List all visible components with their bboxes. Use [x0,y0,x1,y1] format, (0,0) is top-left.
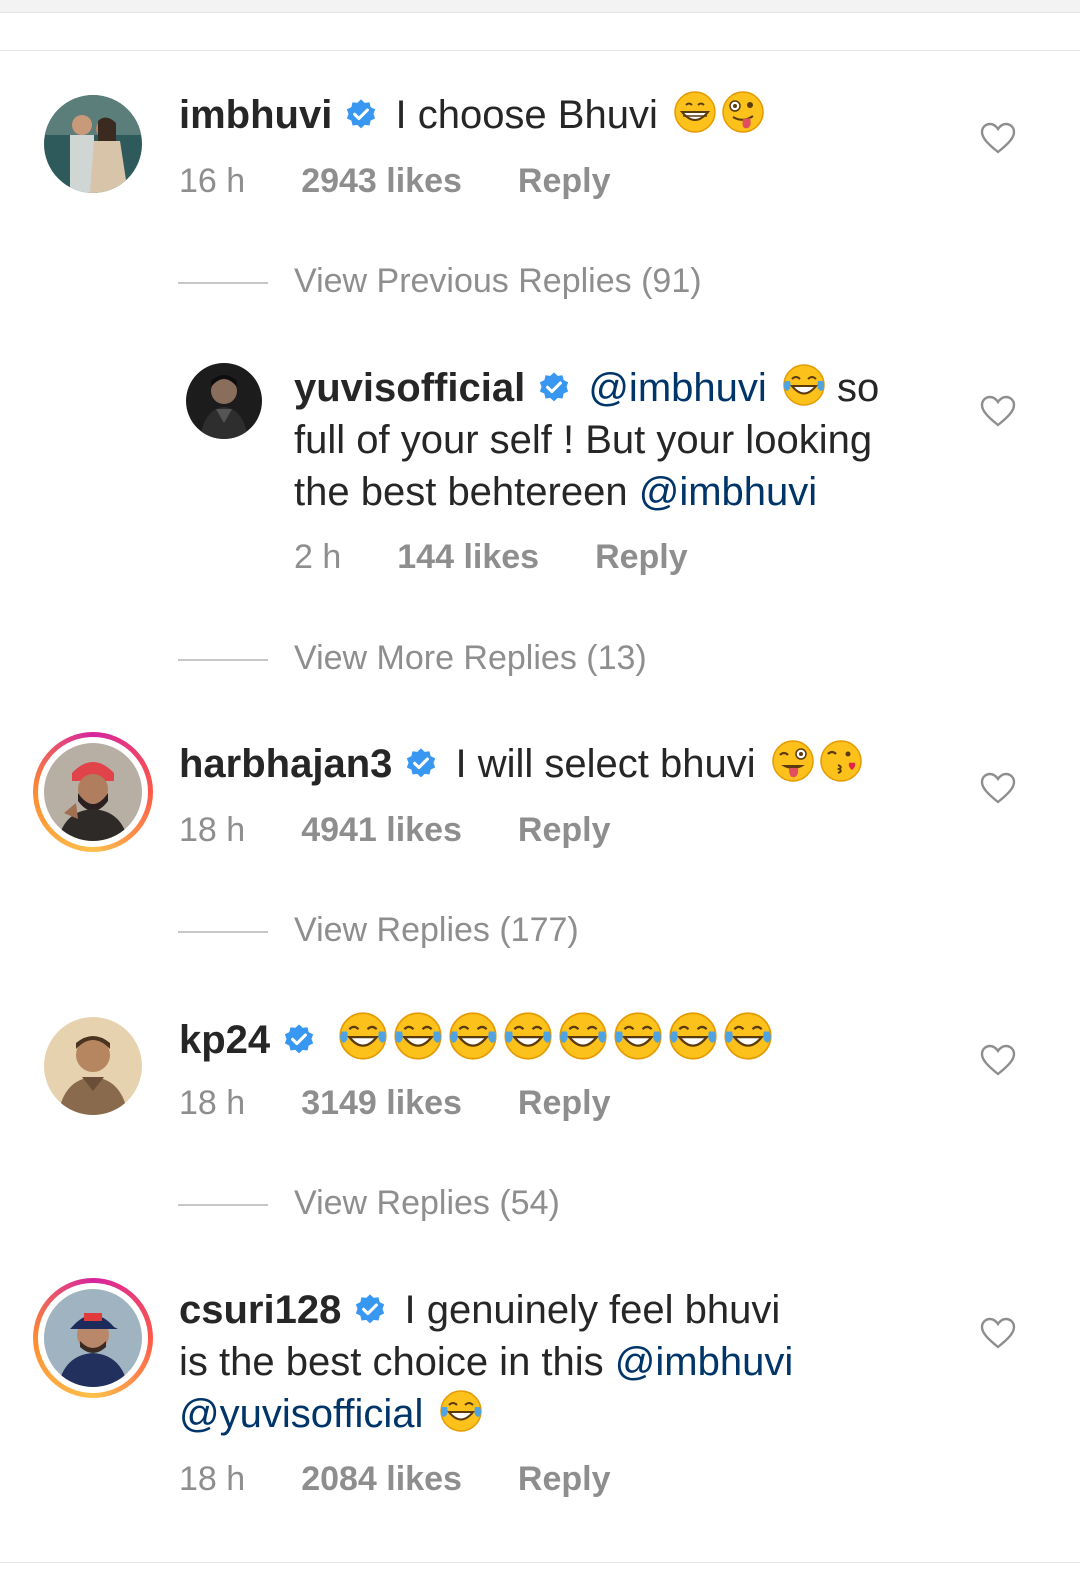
mention-link[interactable]: @imbhuvi [615,1340,793,1384]
tears-of-joy-face-icon [614,1012,662,1060]
comment-text: the best behtereen [294,470,628,514]
reply-button[interactable]: Reply [518,1084,611,1123]
reply-button[interactable]: Reply [518,811,611,850]
divider [0,1562,1080,1563]
man-portrait-avatar-icon [44,1017,142,1115]
comment-meta: 18 h 3149 likes Reply [179,1084,610,1123]
username[interactable]: csuri128 [179,1288,341,1332]
emoji-row [333,1012,773,1062]
like-heart-icon[interactable] [980,772,1016,804]
man-portrait-avatar-icon [186,363,262,439]
username[interactable]: imbhuvi [179,93,332,137]
comment-text: I genuinely feel bhuvi [404,1288,781,1332]
kissing-heart-face-icon [820,740,862,782]
divider [0,50,1080,51]
couple-photo-avatar-icon [44,95,142,193]
winking-tongue-face-icon [772,740,814,782]
tears-of-joy-face-icon [724,1012,772,1060]
comment-body: kp24 [179,1011,773,1066]
like-heart-icon[interactable] [980,1044,1016,1076]
reply-button[interactable]: Reply [595,538,688,577]
cap-man-avatar-icon [44,1289,142,1387]
view-replies-label: View Replies (177) [294,911,579,949]
mention-link[interactable]: @imbhuvi [639,470,817,514]
comment-body: imbhuvi I choose Bhuvi [179,89,765,141]
timestamp: 16 h [179,162,246,200]
username[interactable]: kp24 [179,1018,270,1062]
turban-man-avatar-icon [44,743,142,841]
view-replies-label: View Replies (54) [294,1184,560,1222]
likes-count[interactable]: 2084 likes [301,1460,462,1499]
top-bar-edge [0,0,1080,13]
timestamp: 18 h [179,811,246,849]
view-replies-button[interactable]: View Replies (177) [178,911,579,950]
tears-of-joy-face-icon [394,1012,442,1060]
view-previous-replies-button[interactable]: View Previous Replies (91) [178,262,702,301]
reply-button[interactable]: Reply [518,1460,611,1499]
grinning-face-icon [674,91,716,133]
comment-body: harbhajan3 I will select bhuvi [179,738,863,790]
avatar[interactable] [44,1289,142,1387]
verified-badge-icon [407,748,436,778]
avatar[interactable] [44,95,142,193]
username[interactable]: harbhajan3 [179,742,392,786]
avatar[interactable] [44,1017,142,1115]
view-replies-label: View More Replies (13) [294,639,647,677]
comment-text: is the best choice in this [179,1340,604,1384]
comment-meta: 16 h 2943 likes Reply [179,162,610,201]
comment-text: full of your self ! But your looking [294,418,873,462]
like-heart-icon[interactable] [980,122,1016,154]
mention-link[interactable]: @yuvisofficial [179,1392,423,1436]
reply-thread-line [178,282,268,285]
username[interactable]: yuvisofficial [294,366,525,410]
reply-thread-line [178,1204,268,1207]
timestamp: 2 h [294,538,342,576]
view-replies-button[interactable]: View Replies (54) [178,1184,560,1223]
comment-text: I choose Bhuvi [395,93,658,137]
comment-text: so [837,366,880,410]
comment-body: csuri128 I genuinely feel bhuvi is the b… [179,1284,939,1440]
comment-meta: 18 h 2084 likes Reply [179,1460,610,1499]
tears-of-joy-face-icon [439,1390,482,1432]
tears-of-joy-face-icon [559,1012,607,1060]
comment-meta: 2 h 144 likes Reply [294,538,688,577]
verified-badge-icon [540,372,569,402]
comment-meta: 18 h 4941 likes Reply [179,811,610,850]
view-more-replies-button[interactable]: View More Replies (13) [178,639,647,678]
likes-count[interactable]: 4941 likes [301,811,462,850]
likes-count[interactable]: 3149 likes [301,1084,462,1123]
tears-of-joy-face-icon [504,1012,552,1060]
verified-badge-icon [347,99,376,129]
tears-of-joy-face-icon [783,364,825,406]
like-heart-icon[interactable] [980,1317,1016,1349]
tears-of-joy-face-icon [449,1012,497,1060]
timestamp: 18 h [179,1084,246,1122]
reply-button[interactable]: Reply [518,162,611,201]
likes-count[interactable]: 2943 likes [301,162,462,201]
zany-face-icon [722,91,764,133]
mention-link[interactable]: @imbhuvi [588,366,766,410]
likes-count[interactable]: 144 likes [397,538,539,577]
avatar[interactable] [44,743,142,841]
comment-text: I will select bhuvi [455,742,756,786]
avatar[interactable] [186,363,262,439]
view-replies-label: View Previous Replies (91) [294,262,702,300]
verified-badge-icon [285,1024,314,1054]
timestamp: 18 h [179,1460,246,1498]
verified-badge-icon [356,1294,385,1324]
reply-thread-line [178,931,268,934]
tears-of-joy-face-icon [669,1012,717,1060]
comment-body: yuvisofficial @imbhuvi so full of your s… [294,362,944,518]
like-heart-icon[interactable] [980,395,1016,427]
reply-thread-line [178,659,268,662]
tears-of-joy-face-icon [339,1012,387,1060]
